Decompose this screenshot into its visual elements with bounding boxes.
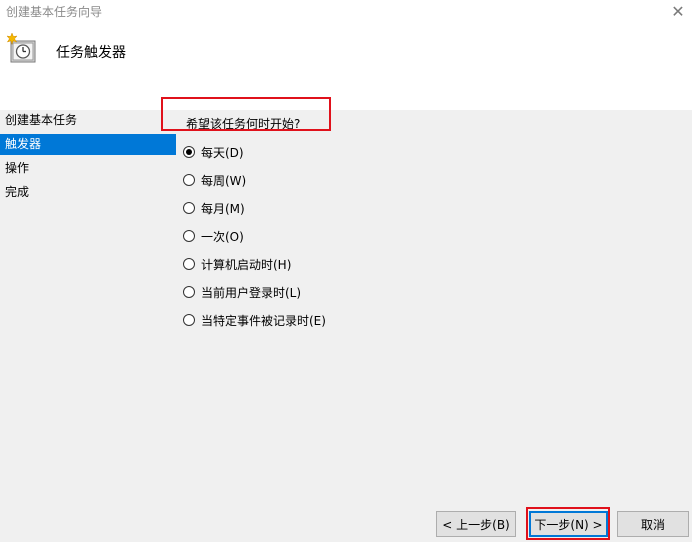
option-weekly[interactable]: 每周(W) — [183, 171, 246, 189]
option-label: 当特定事件被记录时(E) — [201, 313, 326, 328]
option-monthly[interactable]: 每月(M) — [183, 199, 245, 217]
radio-button[interactable] — [183, 146, 195, 158]
question-label: 希望该任务何时开始? — [186, 117, 301, 131]
wizard-window: 创建基本任务向导 ✕ 任务触发器 创建基本任务 触发器 操作 完成 希望该任务何… — [0, 0, 695, 542]
title-bar: 创建基本任务向导 ✕ — [0, 0, 695, 22]
next-button[interactable]: 下一步(N) > — [529, 511, 608, 537]
cancel-button[interactable]: 取消 — [617, 511, 689, 537]
radio-button[interactable] — [183, 202, 195, 214]
option-daily[interactable]: 每天(D) — [183, 143, 244, 161]
radio-selected-dot — [186, 149, 192, 155]
close-button[interactable]: ✕ — [667, 0, 689, 22]
wizard-header: 任务触发器 — [0, 22, 695, 110]
back-button[interactable]: < 上一步(B) — [436, 511, 516, 537]
close-icon: ✕ — [671, 1, 685, 21]
radio-button[interactable] — [183, 286, 195, 298]
option-once[interactable]: 一次(O) — [183, 227, 244, 245]
task-scheduler-clock-icon — [6, 32, 36, 63]
option-label: 每天(D) — [201, 145, 244, 160]
option-on-event[interactable]: 当特定事件被记录时(E) — [183, 311, 326, 329]
nav-item-finish[interactable]: 完成 — [0, 182, 176, 203]
radio-button[interactable] — [183, 230, 195, 242]
option-label: 当前用户登录时(L) — [201, 285, 302, 300]
option-label: 计算机启动时(H) — [201, 257, 292, 272]
option-at-logon[interactable]: 当前用户登录时(L) — [183, 283, 301, 301]
window-title: 创建基本任务向导 — [6, 5, 103, 19]
radio-button[interactable] — [183, 314, 195, 326]
option-label: 每月(M) — [201, 201, 245, 216]
option-label: 一次(O) — [201, 229, 244, 244]
nav-item-action[interactable]: 操作 — [0, 158, 176, 179]
option-label: 每周(W) — [201, 173, 247, 188]
nav-item-trigger[interactable]: 触发器 — [0, 134, 176, 155]
nav-item-create-basic-task[interactable]: 创建基本任务 — [0, 110, 176, 131]
radio-button[interactable] — [183, 258, 195, 270]
radio-button[interactable] — [183, 174, 195, 186]
option-at-startup[interactable]: 计算机启动时(H) — [183, 255, 291, 273]
page-title: 任务触发器 — [56, 45, 126, 61]
